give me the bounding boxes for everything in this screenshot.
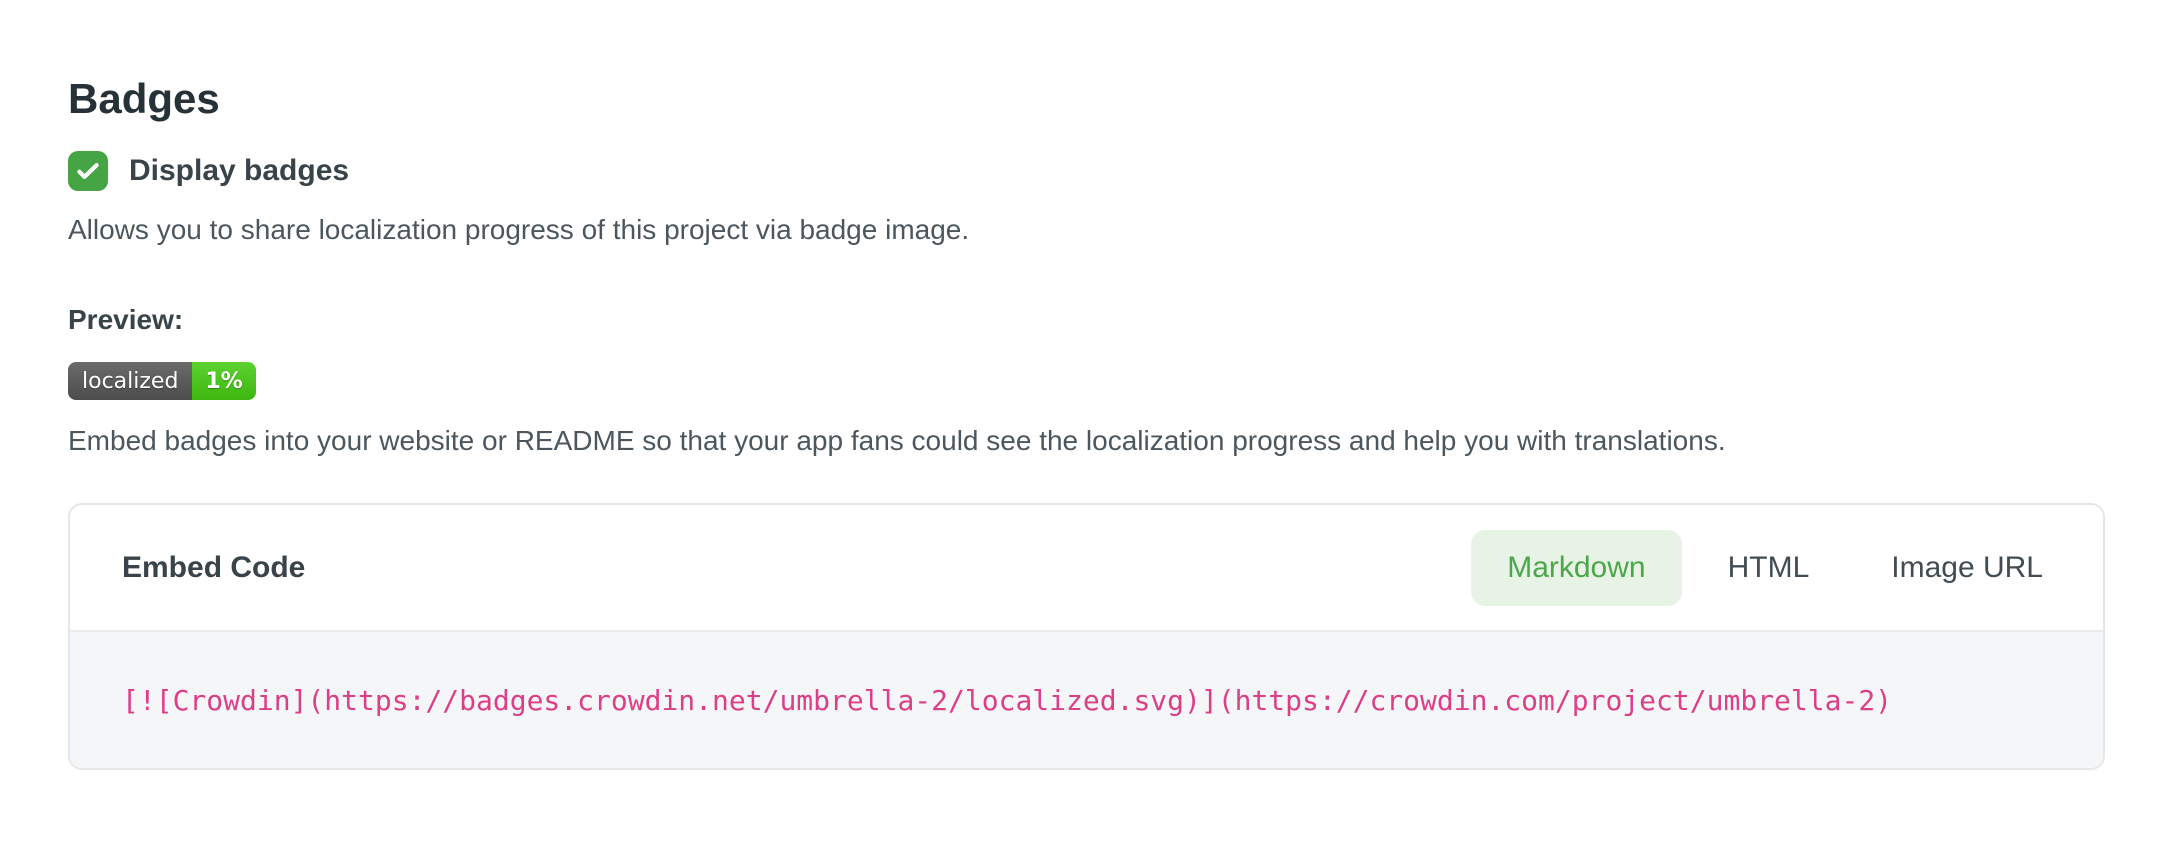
badge-value: 1% [192,362,255,400]
embed-code-block[interactable]: [![Crowdin](https://badges.crowdin.net/u… [70,630,2103,768]
embed-code-title: Embed Code [122,551,305,585]
preview-label: Preview: [68,304,2120,336]
display-badges-label: Display badges [129,154,349,188]
embed-code-card: Embed Code Markdown HTML Image URL [![Cr… [68,503,2105,770]
embed-code-card-header: Embed Code Markdown HTML Image URL [70,505,2103,630]
tab-html[interactable]: HTML [1692,530,1846,606]
checkmark-icon [74,157,102,185]
localization-badge-preview: localized 1% [68,362,256,400]
tab-markdown[interactable]: Markdown [1471,530,1681,606]
badge-label: localized [68,362,192,400]
embed-code-snippet[interactable]: [![Crowdin](https://badges.crowdin.net/u… [122,684,1892,717]
display-badges-checkbox[interactable] [68,151,108,191]
embed-code-tabs: Markdown HTML Image URL [1471,530,2079,606]
embed-hint-text: Embed badges into your website or README… [68,425,2120,457]
badges-settings-section: Badges Display badges Allows you to shar… [0,0,2184,770]
display-badges-row: Display badges [68,150,2120,192]
page-title: Badges [68,78,2120,120]
badges-description: Allows you to share localization progres… [68,214,2120,246]
tab-image-url[interactable]: Image URL [1855,530,2079,606]
